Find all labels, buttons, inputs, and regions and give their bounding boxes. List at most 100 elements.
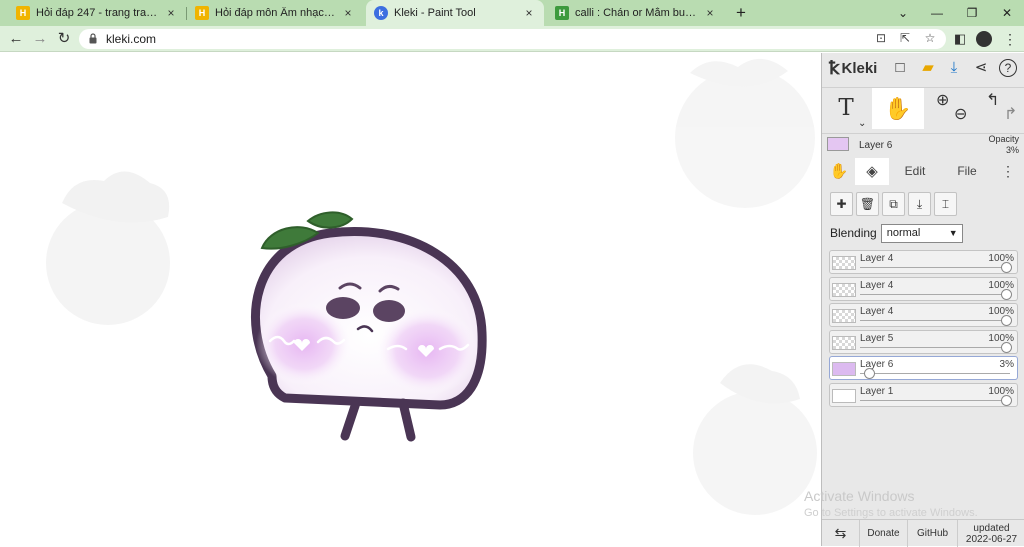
layer-opacity-track[interactable] xyxy=(860,267,1010,268)
layer-thumbnail xyxy=(832,309,856,323)
open-folder-icon[interactable]: ▰ xyxy=(918,58,938,78)
layer-opacity-value: 3% xyxy=(999,359,1014,370)
donate-link[interactable]: Donate xyxy=(860,520,908,547)
layer-name: Layer 4 xyxy=(860,306,894,317)
delete-layer-icon[interactable]: 🗑 xyxy=(856,192,879,216)
forward-icon[interactable]: → xyxy=(30,29,50,49)
reload-icon[interactable]: ↻ xyxy=(54,29,74,49)
hand-icon: ✋ xyxy=(829,163,849,180)
tab-file[interactable]: File xyxy=(946,158,988,185)
more-options-icon[interactable]: ⋮ xyxy=(998,158,1018,185)
tab-edit[interactable]: Edit xyxy=(894,158,936,185)
close-icon[interactable]: × xyxy=(164,6,178,20)
merge-down-icon[interactable]: ⤓ xyxy=(908,192,931,216)
lock-icon[interactable] xyxy=(89,33,97,44)
menu-icon[interactable]: ⋮ xyxy=(1000,29,1020,49)
side-panel-icon[interactable]: ◧ xyxy=(950,29,970,49)
zoom-out-icon[interactable]: ⊖ xyxy=(954,104,967,124)
text-tool-label: T xyxy=(838,95,854,121)
undo-icon[interactable]: ↰ xyxy=(986,90,999,110)
download-icon[interactable]: ⤓ xyxy=(944,58,964,78)
layer-opacity-slider[interactable] xyxy=(1001,341,1012,353)
tab-hand[interactable]: ✋ xyxy=(824,158,854,185)
browser-toolbar: ← → ↻ kleki.com ⊡ ⇱ ☆ ◧ ⋮ xyxy=(0,26,1024,52)
layer-opacity-slider[interactable] xyxy=(1001,315,1012,326)
tab-hoidap-am-nhac[interactable]: H Hỏi đáp môn Âm nhạc, Mỹ thuật × xyxy=(187,0,363,26)
address-bar[interactable]: kleki.com ⊡ ⇱ ☆ xyxy=(79,29,946,49)
translate-icon[interactable]: ⊡ xyxy=(873,31,889,45)
add-layer-button[interactable]: ✚ xyxy=(830,192,853,216)
layer-opacity-track[interactable] xyxy=(860,320,1010,321)
current-layer-thumbnail xyxy=(827,137,849,151)
avatar[interactable] xyxy=(976,31,992,47)
layer-row[interactable]: Layer 4 100% xyxy=(829,276,1018,301)
share-icon[interactable]: ⋖ xyxy=(971,58,991,78)
layer-opacity-value: 100% xyxy=(988,279,1014,291)
close-icon[interactable]: × xyxy=(341,6,355,20)
layer-thumbnail xyxy=(832,256,856,270)
kleki-side-panel: ꝁ Kleki □ ▰ ⤓ ⋖ ? T ⌄ ✋ ⊕ ⊖ ↰ ↱ Layer 6 … xyxy=(821,53,1024,547)
tab-calli[interactable]: H calli : Chán or Mắm buồn NL : bạ × xyxy=(547,0,725,26)
minimize-icon[interactable]: — xyxy=(927,3,947,23)
layer-opacity-track[interactable] xyxy=(860,346,1010,348)
close-icon[interactable]: × xyxy=(522,6,536,20)
updated-label: updated xyxy=(973,523,1010,534)
layer-opacity-slider[interactable] xyxy=(1001,394,1012,406)
layer-row[interactable]: Layer 4 100% xyxy=(829,250,1018,274)
tab-search-icon[interactable]: ⌄ xyxy=(893,3,913,23)
bookmark-star-icon[interactable]: ☆ xyxy=(922,31,938,45)
layer-thumbnail xyxy=(832,362,856,376)
layer-row[interactable]: Layer 6 3% xyxy=(829,356,1018,380)
layer-opacity-value: 100% xyxy=(988,253,1014,264)
updated-date: 2022-06-27 xyxy=(965,534,1018,545)
layer-opacity-value: 100% xyxy=(988,332,1014,344)
tab-title: Hỏi đáp 247 - trang tra loi xyxy=(36,7,160,19)
opacity-readout: Opacity 3% xyxy=(988,134,1019,156)
new-tab-button[interactable]: + xyxy=(731,3,751,23)
hand-tool-button[interactable]: ✋ xyxy=(872,88,924,129)
close-icon[interactable]: × xyxy=(703,6,717,20)
layer-opacity-slider[interactable] xyxy=(864,368,876,379)
opacity-label: Opacity xyxy=(988,134,1019,144)
tool-row: T ⌄ ✋ ⊕ ⊖ ↰ ↱ xyxy=(822,87,1024,129)
layer-name: Layer 4 xyxy=(860,253,894,264)
text-tool-button[interactable]: T ⌄ xyxy=(822,88,870,129)
yellow-h-icon: H xyxy=(16,6,30,20)
redo-icon[interactable]: ↱ xyxy=(1004,104,1017,124)
drawing-canvas[interactable] xyxy=(0,53,821,546)
new-image-icon[interactable]: □ xyxy=(890,58,910,78)
layer-opacity-track[interactable] xyxy=(860,399,1010,401)
tab-layers[interactable]: ◈ xyxy=(855,158,889,185)
tab-kleki[interactable]: k Kleki - Paint Tool × xyxy=(366,0,544,26)
rename-layer-icon[interactable]: ⌶ xyxy=(934,192,957,216)
kleki-logo-text: Kleki xyxy=(841,60,878,77)
layer-thumbnail xyxy=(832,335,856,350)
undo-redo-controls: ↰ ↱ xyxy=(978,88,1024,129)
layer-opacity-slider[interactable] xyxy=(1001,288,1012,300)
back-icon[interactable]: ← xyxy=(6,29,26,49)
panel-footer: ⇆ Donate GitHub updated 2022-06-27 xyxy=(822,519,1024,547)
opacity-value: 3% xyxy=(1005,145,1019,155)
duplicate-layer-icon[interactable]: ⧉ xyxy=(882,192,905,216)
updated-info: updated 2022-06-27 xyxy=(958,520,1024,547)
yellow-h-icon: H xyxy=(195,6,209,20)
layer-row[interactable]: Layer 5 100% xyxy=(829,329,1018,354)
share-icon[interactable]: ⇱ xyxy=(897,31,913,45)
activate-windows-subtitle: Go to Settings to activate Windows. xyxy=(804,507,978,519)
window-close-icon[interactable]: ✕ xyxy=(997,3,1017,23)
layer-row[interactable]: Layer 4 100% xyxy=(829,303,1018,327)
restore-icon[interactable]: ❐ xyxy=(962,3,982,23)
layer-opacity-track[interactable] xyxy=(860,293,1010,295)
github-link[interactable]: GitHub xyxy=(908,520,958,547)
help-icon[interactable]: ? xyxy=(999,59,1017,77)
onion-character xyxy=(250,211,487,442)
blending-select[interactable]: normal ▼ xyxy=(880,223,963,243)
tab-hoidap-247[interactable]: H Hỏi đáp 247 - trang tra loi × xyxy=(8,0,186,26)
blending-row: Blending normal ▼ xyxy=(830,223,963,243)
layer-opacity-track[interactable] xyxy=(860,373,1010,374)
zoom-in-icon[interactable]: ⊕ xyxy=(936,90,949,110)
layer-row[interactable]: Layer 1 100% xyxy=(829,382,1018,407)
current-layer-name: Layer 6 xyxy=(859,140,893,151)
layer-opacity-slider[interactable] xyxy=(1001,262,1012,273)
swap-side-icon[interactable]: ⇆ xyxy=(822,520,860,547)
